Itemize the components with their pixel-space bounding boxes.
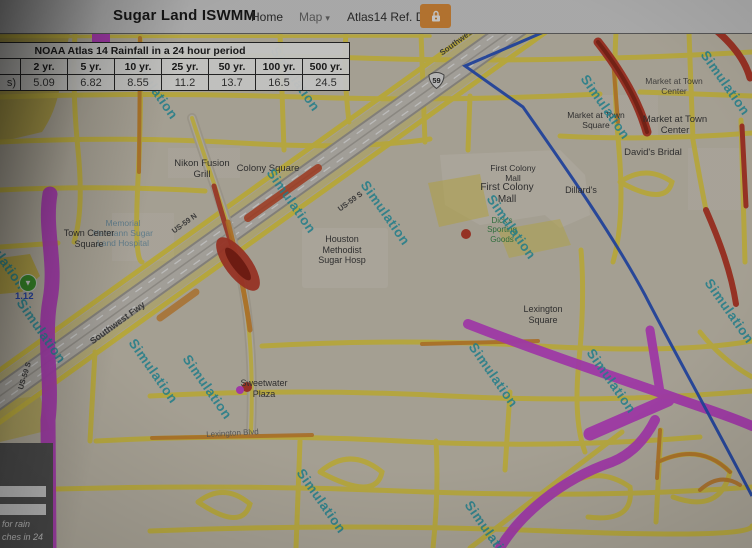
rainfall-row-label: s) — [0, 75, 21, 91]
nav-item-home[interactable]: Home — [251, 10, 283, 24]
rainfall-value-2yr: 5.09 — [21, 75, 68, 91]
lock-icon — [430, 10, 442, 23]
rainfall-col-label — [0, 59, 21, 75]
map-marker[interactable]: ▼ — [19, 274, 37, 292]
rainfall-value-50yr: 13.7 — [209, 75, 256, 91]
rainfall-col-5yr: 5 yr. — [68, 59, 115, 75]
rainfall-col-2yr: 2 yr. — [21, 59, 68, 75]
rainfall-col-100yr: 100 yr. — [256, 59, 303, 75]
nav-item-map[interactable]: Map▾ — [299, 10, 330, 24]
rainfall-table-title: NOAA Atlas 14 Rainfall in a 24 hour peri… — [0, 43, 350, 59]
legend-panel: for rain ches in 24 — [0, 443, 53, 548]
legend-swatch — [0, 504, 46, 515]
header-bar: Sugar Land ISWMM Home Map▾ Atlas14 Ref. … — [0, 0, 752, 34]
app-screen: Nikon Fusion Grill Colony Square Memoria… — [0, 0, 752, 548]
rainfall-value-100yr: 16.5 — [256, 75, 303, 91]
legend-text: ches in 24 — [2, 532, 43, 542]
rainfall-value-500yr: 24.5 — [303, 75, 350, 91]
rainfall-col-500yr: 500 yr. — [303, 59, 350, 75]
rainfall-value-25yr: 11.2 — [162, 75, 209, 91]
chevron-down-icon: ▾ — [325, 13, 330, 23]
down-arrow-icon: ▼ — [24, 280, 32, 288]
rainfall-value-5yr: 6.82 — [68, 75, 115, 91]
app-title: Sugar Land ISWMM — [113, 7, 256, 24]
rainfall-value-10yr: 8.55 — [115, 75, 162, 91]
lock-button[interactable] — [420, 4, 451, 28]
rainfall-col-25yr: 25 yr. — [162, 59, 209, 75]
rainfall-table: NOAA Atlas 14 Rainfall in a 24 hour peri… — [0, 42, 350, 91]
legend-swatch — [0, 486, 46, 497]
legend-text: for rain — [2, 519, 30, 529]
map-marker-value: 1.12 — [15, 291, 34, 302]
us59-route-shield-icon: 59 — [428, 72, 445, 90]
rainfall-col-50yr: 50 yr. — [209, 59, 256, 75]
rainfall-col-10yr: 10 yr. — [115, 59, 162, 75]
